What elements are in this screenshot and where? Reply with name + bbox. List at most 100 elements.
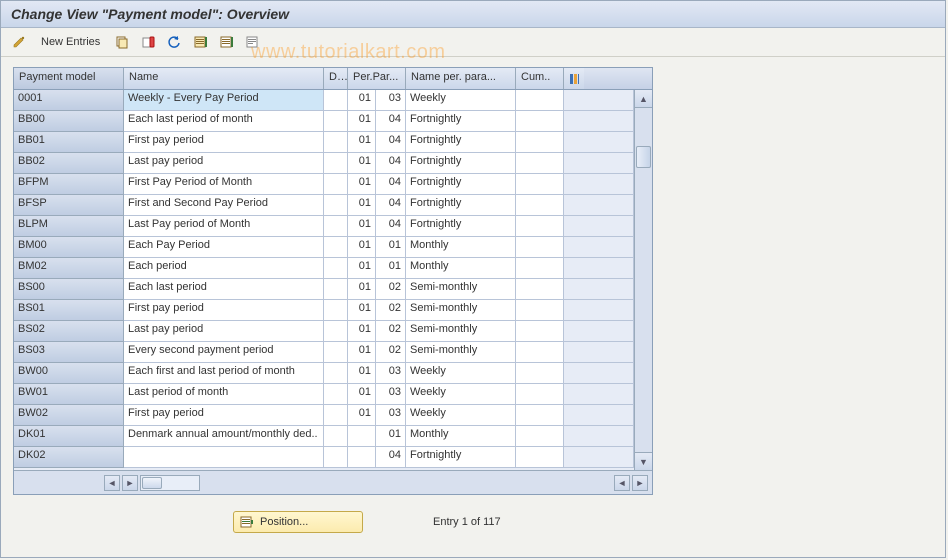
table-row[interactable]: BB02Last pay period0104Fortnightly (14, 153, 652, 174)
cell-payment-model[interactable]: BS01 (14, 300, 124, 321)
cell-d[interactable] (324, 153, 348, 174)
hscroll-track[interactable] (140, 475, 200, 491)
cell-d[interactable] (324, 174, 348, 195)
cell-cum[interactable] (516, 405, 564, 426)
cell-d[interactable] (324, 216, 348, 237)
table-row[interactable]: DK0204Fortnightly (14, 447, 652, 468)
cell-payment-model[interactable]: DK01 (14, 426, 124, 447)
cell-d[interactable] (324, 111, 348, 132)
cell-name[interactable]: Denmark annual amount/monthly ded.. (124, 426, 324, 447)
cell-payment-model[interactable]: DK02 (14, 447, 124, 468)
cell-cum[interactable] (516, 174, 564, 195)
cell-payment-model[interactable]: BS02 (14, 321, 124, 342)
cell-payment-model[interactable]: BB01 (14, 132, 124, 153)
cell-per-par[interactable]: 01 (348, 90, 376, 111)
cell-per-par-n[interactable]: 02 (376, 321, 406, 342)
cell-payment-model[interactable]: BM00 (14, 237, 124, 258)
cell-name-per-para[interactable]: Fortnightly (406, 174, 516, 195)
cell-name[interactable]: Last period of month (124, 384, 324, 405)
cell-d[interactable] (324, 132, 348, 153)
cell-per-par-n[interactable]: 01 (376, 426, 406, 447)
cell-name[interactable]: First and Second Pay Period (124, 195, 324, 216)
cell-cum[interactable] (516, 111, 564, 132)
cell-name[interactable] (124, 447, 324, 468)
table-row[interactable]: BM00Each Pay Period0101Monthly (14, 237, 652, 258)
cell-payment-model[interactable]: 0001 (14, 90, 124, 111)
cell-per-par-n[interactable]: 04 (376, 216, 406, 237)
table-row[interactable]: 0001Weekly - Every Pay Period0103Weekly (14, 90, 652, 111)
cell-name[interactable]: Last pay period (124, 153, 324, 174)
cell-per-par-n[interactable]: 02 (376, 300, 406, 321)
table-row[interactable]: BS01First pay period0102Semi-monthly (14, 300, 652, 321)
cell-cum[interactable] (516, 426, 564, 447)
cell-cum[interactable] (516, 300, 564, 321)
cell-name-per-para[interactable]: Fortnightly (406, 216, 516, 237)
cell-name-per-para[interactable]: Weekly (406, 90, 516, 111)
table-row[interactable]: BFSPFirst and Second Pay Period0104Fortn… (14, 195, 652, 216)
cell-d[interactable] (324, 342, 348, 363)
cell-name[interactable]: Last Pay period of Month (124, 216, 324, 237)
cell-name-per-para[interactable]: Semi-monthly (406, 321, 516, 342)
cell-per-par[interactable]: 01 (348, 321, 376, 342)
cell-payment-model[interactable]: BS03 (14, 342, 124, 363)
cell-name-per-para[interactable]: Weekly (406, 363, 516, 384)
cell-d[interactable] (324, 405, 348, 426)
cell-name-per-para[interactable]: Fortnightly (406, 153, 516, 174)
cell-per-par[interactable]: 01 (348, 405, 376, 426)
cell-cum[interactable] (516, 258, 564, 279)
cell-cum[interactable] (516, 279, 564, 300)
table-row[interactable]: BS02Last pay period0102Semi-monthly (14, 321, 652, 342)
scroll-thumb[interactable] (636, 146, 651, 168)
cell-name-per-para[interactable]: Weekly (406, 405, 516, 426)
position-button[interactable]: Position... (233, 511, 363, 533)
cell-d[interactable] (324, 321, 348, 342)
cell-per-par[interactable] (348, 426, 376, 447)
cell-name[interactable]: Each first and last period of month (124, 363, 324, 384)
cell-name[interactable]: Each period (124, 258, 324, 279)
cell-name-per-para[interactable]: Fortnightly (406, 132, 516, 153)
col-name-per-para[interactable]: Name per. para... (406, 68, 516, 89)
cell-d[interactable] (324, 426, 348, 447)
cell-per-par[interactable]: 01 (348, 195, 376, 216)
col-payment-model[interactable]: Payment model (14, 68, 124, 89)
table-row[interactable]: BW02First pay period0103Weekly (14, 405, 652, 426)
cell-payment-model[interactable]: BB00 (14, 111, 124, 132)
cell-per-par[interactable]: 01 (348, 363, 376, 384)
cell-per-par[interactable]: 01 (348, 174, 376, 195)
cell-payment-model[interactable]: BW00 (14, 363, 124, 384)
cell-name-per-para[interactable]: Semi-monthly (406, 300, 516, 321)
table-row[interactable]: BW01Last period of month0103Weekly (14, 384, 652, 405)
cell-payment-model[interactable]: BFSP (14, 195, 124, 216)
cell-d[interactable] (324, 279, 348, 300)
cell-d[interactable] (324, 300, 348, 321)
hscroll-right-icon[interactable]: ► (122, 475, 138, 491)
cell-per-par-n[interactable]: 02 (376, 342, 406, 363)
scroll-down-icon[interactable]: ▼ (635, 452, 652, 470)
toggle-edit-icon[interactable] (9, 32, 29, 52)
table-row[interactable]: BB01First pay period0104Fortnightly (14, 132, 652, 153)
cell-name[interactable]: First pay period (124, 300, 324, 321)
cell-payment-model[interactable]: BLPM (14, 216, 124, 237)
cell-cum[interactable] (516, 447, 564, 468)
col-per-par[interactable]: Per.Par... (348, 68, 406, 89)
cell-cum[interactable] (516, 153, 564, 174)
table-row[interactable]: BS03Every second payment period0102Semi-… (14, 342, 652, 363)
cell-cum[interactable] (516, 237, 564, 258)
cell-d[interactable] (324, 237, 348, 258)
cell-d[interactable] (324, 258, 348, 279)
cell-name[interactable]: Each Pay Period (124, 237, 324, 258)
cell-name-per-para[interactable]: Monthly (406, 426, 516, 447)
cell-d[interactable] (324, 447, 348, 468)
cell-per-par-n[interactable]: 04 (376, 132, 406, 153)
hscroll2-right-icon[interactable]: ► (632, 475, 648, 491)
cell-per-par[interactable]: 01 (348, 258, 376, 279)
vertical-scrollbar[interactable]: ▲ ▼ (634, 90, 652, 470)
cell-per-par-n[interactable]: 01 (376, 258, 406, 279)
cell-per-par-n[interactable]: 03 (376, 363, 406, 384)
cell-per-par-n[interactable]: 04 (376, 111, 406, 132)
copy-as-icon[interactable] (112, 32, 132, 52)
table-row[interactable]: BW00Each first and last period of month 0… (14, 363, 652, 384)
cell-per-par-n[interactable]: 04 (376, 153, 406, 174)
cell-per-par[interactable]: 01 (348, 153, 376, 174)
delete-icon[interactable] (138, 32, 158, 52)
